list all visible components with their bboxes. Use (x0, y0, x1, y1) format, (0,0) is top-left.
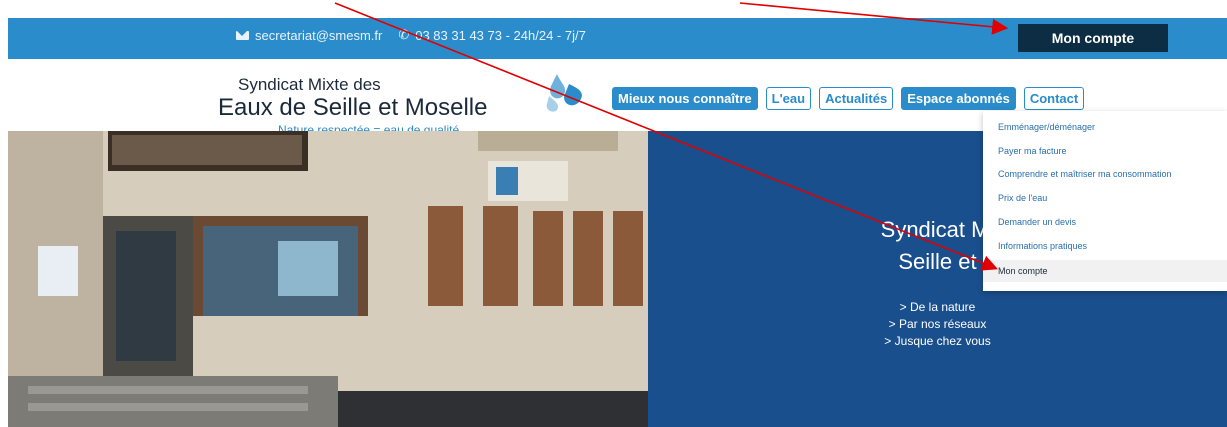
red-arrow-to-mon-compte (334, 2, 998, 271)
red-arrow-to-account (739, 2, 1009, 35)
red-arrow-annotation-layer (334, 2, 1009, 271)
